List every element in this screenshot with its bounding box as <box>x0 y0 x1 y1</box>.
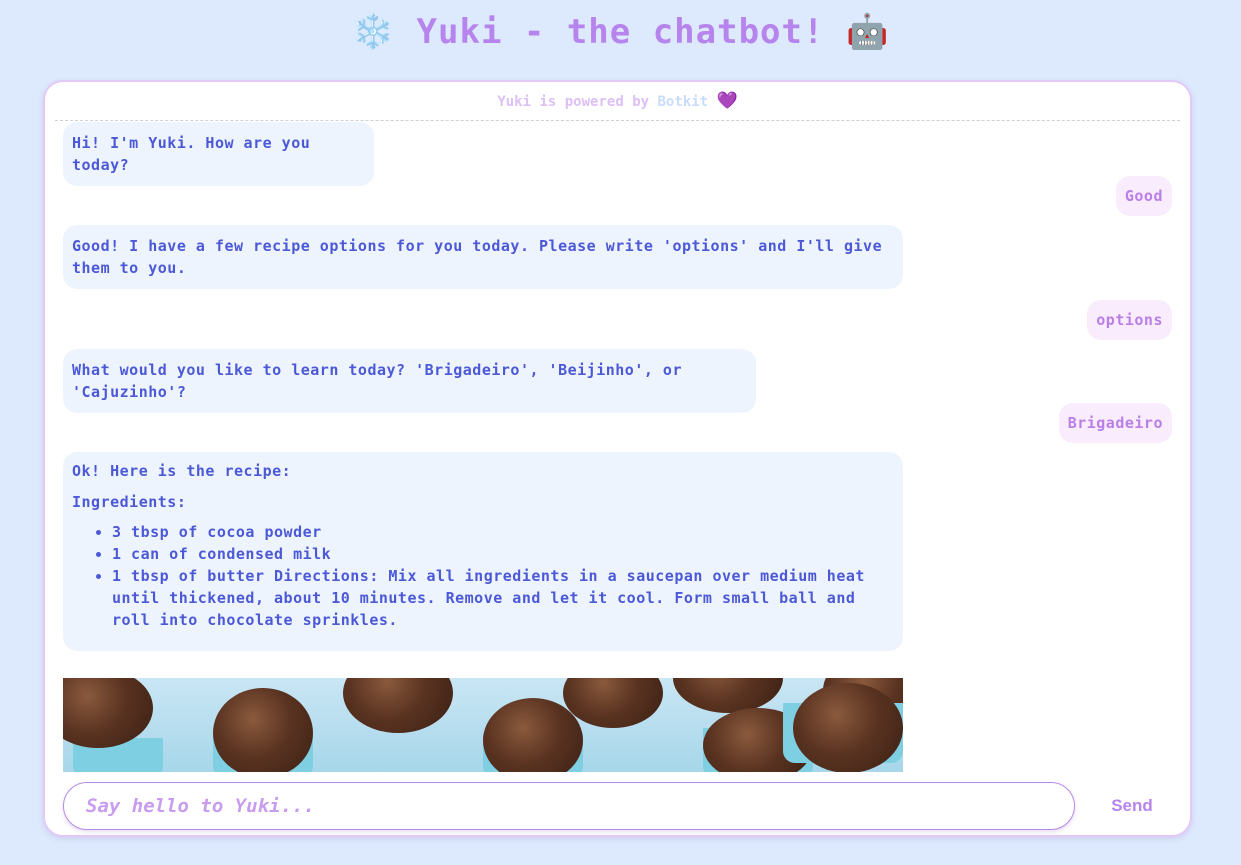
ingredient-item: 3 tbsp of cocoa powder <box>112 521 894 543</box>
message-list[interactable]: Hi! I'm Yuki. How are you today? Good Go… <box>63 122 1172 772</box>
chat-window: Yuki is powered by Botkit 💜 Hi! I'm Yuki… <box>43 80 1192 837</box>
send-button[interactable]: Send <box>1097 792 1167 820</box>
page-title: ❄️ Yuki - the chatbot! 🤖 <box>0 8 1241 56</box>
user-message: options <box>1087 300 1172 340</box>
user-message-text: options <box>1096 311 1163 329</box>
bot-message-text: What would you like to learn today? 'Bri… <box>72 361 682 401</box>
title-text: Yuki - the chatbot! <box>416 12 825 52</box>
robot-icon: 🤖 <box>845 12 890 52</box>
ingredient-item: 1 tbsp of butter Directions: Mix all ing… <box>112 565 894 631</box>
ingredients-heading: Ingredients: <box>72 493 187 511</box>
bot-message-text: Hi! I'm Yuki. How are you today? <box>72 134 311 174</box>
powered-by-text: Yuki is powered by <box>497 94 650 110</box>
recipe-intro: Ok! Here is the recipe: <box>72 462 292 480</box>
powered-by-bar: Yuki is powered by Botkit 💜 <box>55 90 1180 121</box>
recipe-message: Ok! Here is the recipe: Ingredients: 3 t… <box>63 452 903 651</box>
snowflake-icon: ❄️ <box>351 12 396 52</box>
message-input[interactable] <box>84 783 1048 829</box>
user-message-text: Brigadeiro <box>1067 414 1163 432</box>
ingredients-list: 3 tbsp of cocoa powder 1 can of condense… <box>72 521 894 631</box>
bot-message: Hi! I'm Yuki. How are you today? <box>63 122 374 186</box>
user-message-text: Good <box>1124 187 1163 205</box>
purple-heart-icon: 💜 <box>716 91 738 111</box>
user-message: Brigadeiro <box>1058 403 1172 443</box>
ingredient-item: 1 can of condensed milk <box>112 543 894 565</box>
botkit-link[interactable]: Botkit <box>657 94 708 110</box>
bot-message: What would you like to learn today? 'Bri… <box>63 349 756 413</box>
user-message: Good <box>1115 176 1172 216</box>
bot-message: Good! I have a few recipe options for yo… <box>63 225 903 289</box>
message-composer <box>63 782 1075 830</box>
brigadeiro-photo <box>63 678 903 772</box>
bot-message-text: Good! I have a few recipe options for yo… <box>72 237 883 277</box>
